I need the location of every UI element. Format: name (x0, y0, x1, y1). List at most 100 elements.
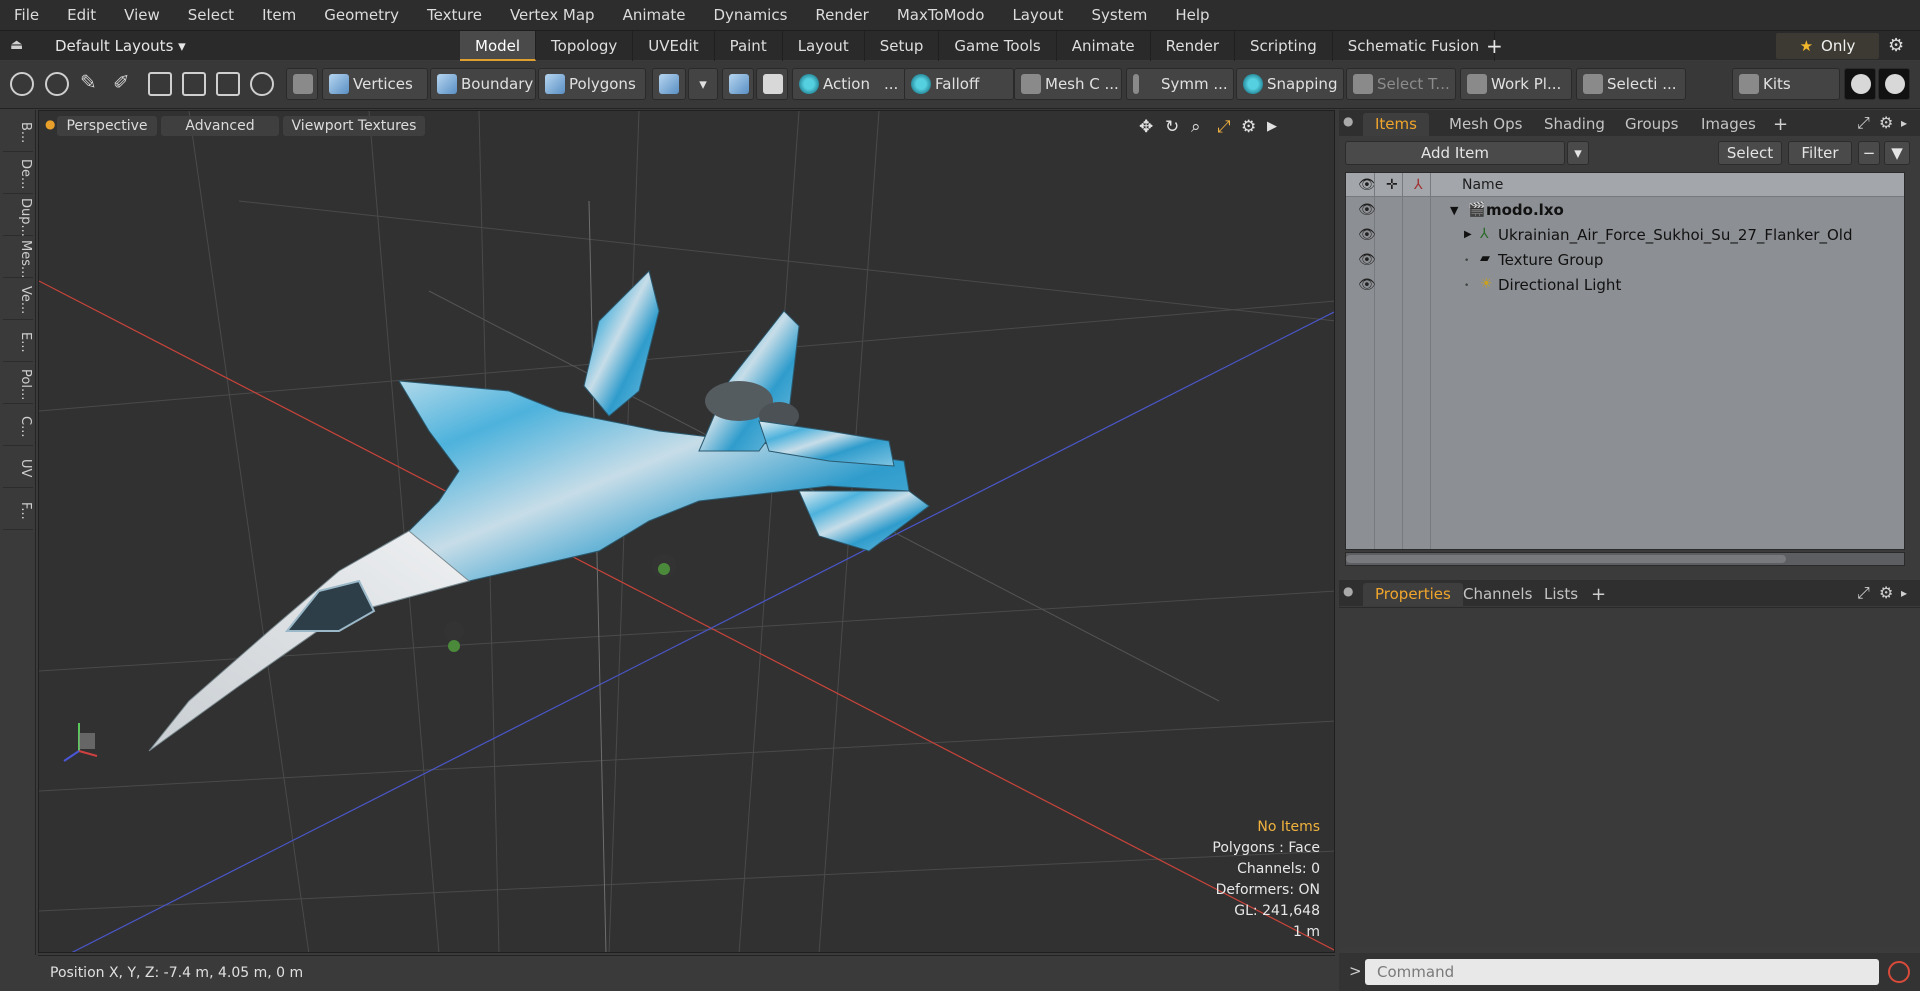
viewport-textures-dropdown[interactable]: Viewport Textures (283, 116, 425, 136)
menu-animate[interactable]: Animate (609, 0, 700, 30)
3d-viewport[interactable]: ● Perspective Advanced Viewport Textures… (38, 110, 1335, 953)
tree-row-texture-group[interactable]: 👁 • ▰ Texture Group (1346, 248, 1904, 273)
lock-column-icon[interactable]: ✛ (1386, 173, 1398, 197)
tab-render[interactable]: Render (1151, 31, 1236, 61)
menu-texture[interactable]: Texture (413, 0, 496, 30)
expand-icon[interactable]: ⤢ (1857, 113, 1870, 133)
select-button[interactable]: Select (1718, 141, 1782, 165)
viewport-gear-icon[interactable]: ⚙ (1241, 117, 1256, 137)
polygons-button[interactable]: Polygons (538, 68, 646, 100)
brush-icon[interactable]: ✐ (113, 70, 137, 94)
add-item-button[interactable]: Add Item (1345, 141, 1565, 165)
menu-system[interactable]: System (1077, 0, 1161, 30)
menu-file[interactable]: File (0, 0, 53, 30)
select-through-button[interactable]: Select T... (1346, 68, 1456, 100)
collapse-button[interactable]: − (1858, 141, 1880, 165)
strip-tab-mesh-edit[interactable]: Mes... (3, 236, 33, 278)
tab-layout[interactable]: Layout (783, 31, 865, 61)
menu-dynamics[interactable]: Dynamics (699, 0, 801, 30)
expand-arrow-icon[interactable]: ▼ (1450, 204, 1458, 217)
gear-icon[interactable]: ⚙ (1888, 35, 1904, 56)
tab-model[interactable]: Model (460, 31, 537, 61)
maximize-icon[interactable]: ⤢ (1217, 117, 1231, 137)
menu-help[interactable]: Help (1161, 0, 1223, 30)
soccer-button[interactable] (756, 68, 788, 100)
unity-button[interactable] (1844, 68, 1876, 100)
menu-maxtomodo[interactable]: MaxToModo (883, 0, 999, 30)
strip-tab-uv[interactable]: UV (3, 446, 33, 488)
tree-horizontal-scrollbar[interactable] (1345, 552, 1905, 566)
selection-sets-button[interactable]: Selecti ... (1576, 68, 1686, 100)
panel-gear-icon[interactable]: ⚙ (1879, 113, 1893, 132)
layouts-dropdown[interactable]: Default Layouts ▾ (55, 31, 186, 61)
command-input[interactable]: Command (1365, 959, 1879, 985)
strip-tab-polygon[interactable]: Pol... (3, 362, 33, 404)
loop-icon[interactable] (148, 72, 172, 96)
menu-item[interactable]: Item (248, 0, 310, 30)
tab-channels[interactable]: Channels (1451, 583, 1544, 606)
select-circle-icon[interactable] (10, 72, 34, 96)
menu-geometry[interactable]: Geometry (310, 0, 413, 30)
boundary-button[interactable]: Boundary (430, 68, 536, 100)
tab-images[interactable]: Images (1689, 113, 1768, 136)
panel-gear-icon[interactable]: ⚙ (1879, 583, 1893, 602)
record-macro-icon[interactable] (1888, 961, 1910, 983)
tab-animate[interactable]: Animate (1057, 31, 1151, 61)
material-mode-button[interactable] (652, 68, 686, 100)
strip-tab-fusion[interactable]: F... (3, 488, 33, 530)
globe-icon[interactable] (45, 72, 69, 96)
render-column-icon[interactable]: ⅄ (1414, 173, 1423, 197)
tab-items[interactable]: Items (1363, 113, 1429, 136)
eye-icon[interactable]: 👁 (1358, 277, 1376, 293)
mesh-constraint-button[interactable]: Mesh C ... (1014, 68, 1122, 100)
kits-button[interactable]: Kits (1732, 68, 1840, 100)
falloff-button[interactable]: Falloff (904, 68, 1014, 100)
menu-layout[interactable]: Layout (998, 0, 1077, 30)
eject-icon[interactable]: ⏏ (10, 37, 28, 55)
menu-edit[interactable]: Edit (53, 0, 110, 30)
advanced-dropdown[interactable]: Advanced (161, 116, 279, 136)
add-panel-tab-button[interactable]: + (1769, 113, 1792, 136)
tab-topology[interactable]: Topology (536, 31, 634, 61)
work-plane-button[interactable]: Work Pl... (1460, 68, 1572, 100)
tab-schematic-fusion[interactable]: Schematic Fusion (1333, 31, 1496, 61)
add-panel-tab-button[interactable]: + (1587, 583, 1610, 606)
collapse-arrow-icon[interactable]: ▶ (1464, 229, 1472, 240)
tree-row-scene[interactable]: 👁 ▼ 🎬 modo.lxo (1346, 198, 1904, 223)
panel-dot-icon[interactable]: ● (1343, 114, 1353, 128)
filter-button[interactable]: Filter (1788, 141, 1852, 165)
add-item-dropdown[interactable]: ▾ (1567, 141, 1589, 165)
panel-menu-icon[interactable]: ▸ (1901, 586, 1907, 600)
menu-view[interactable]: View (110, 0, 174, 30)
unreal-button[interactable] (1878, 68, 1910, 100)
grid-icon[interactable] (182, 72, 206, 96)
strip-tab-edge[interactable]: E... (3, 320, 33, 362)
rotate-icon[interactable]: ↻ (1165, 117, 1179, 137)
play-icon[interactable]: ▶ (1267, 119, 1277, 134)
menu-render[interactable]: Render (801, 0, 882, 30)
strip-tab-deform[interactable]: De... (3, 152, 33, 194)
tab-scripting[interactable]: Scripting (1235, 31, 1333, 61)
tab-mesh-ops[interactable]: Mesh Ops (1437, 113, 1534, 136)
strip-tab-vertex[interactable]: Ve... (3, 278, 33, 320)
eye-icon[interactable]: 👁 (1358, 252, 1376, 268)
strip-tab-curve[interactable]: C... (3, 404, 33, 446)
eye-icon[interactable]: 👁 (1358, 202, 1376, 218)
tab-setup[interactable]: Setup (865, 31, 940, 61)
tab-properties[interactable]: Properties (1363, 583, 1463, 606)
tab-uvedit[interactable]: UVEdit (633, 31, 715, 61)
snapping-button[interactable]: Snapping (1236, 68, 1344, 100)
tree-row-mesh[interactable]: 👁 ▶ ⅄ Ukrainian_Air_Force_Sukhoi_Su_27_F… (1346, 223, 1904, 248)
panel-menu-icon[interactable]: ▸ (1901, 116, 1907, 130)
item-tree[interactable]: 👁 ✛ ⅄ Name 👁 ▼ 🎬 modo.lxo 👁 ▶ ⅄ Ukrainia… (1345, 172, 1905, 550)
tab-shading[interactable]: Shading (1532, 113, 1617, 136)
pen-icon[interactable]: ✎ (80, 70, 104, 94)
only-toggle[interactable]: ★ Only (1776, 33, 1879, 59)
tab-paint[interactable]: Paint (715, 31, 783, 61)
funnel-button[interactable]: ▼ (1884, 141, 1910, 165)
name-column-header[interactable]: Name (1462, 173, 1503, 197)
mode-dropdown[interactable]: ▾ (688, 68, 718, 100)
scrollbar-thumb[interactable] (1346, 555, 1786, 563)
strip-tab-basic[interactable]: B... (3, 110, 33, 152)
symmetry-button[interactable]: Symm ... (1126, 68, 1234, 100)
